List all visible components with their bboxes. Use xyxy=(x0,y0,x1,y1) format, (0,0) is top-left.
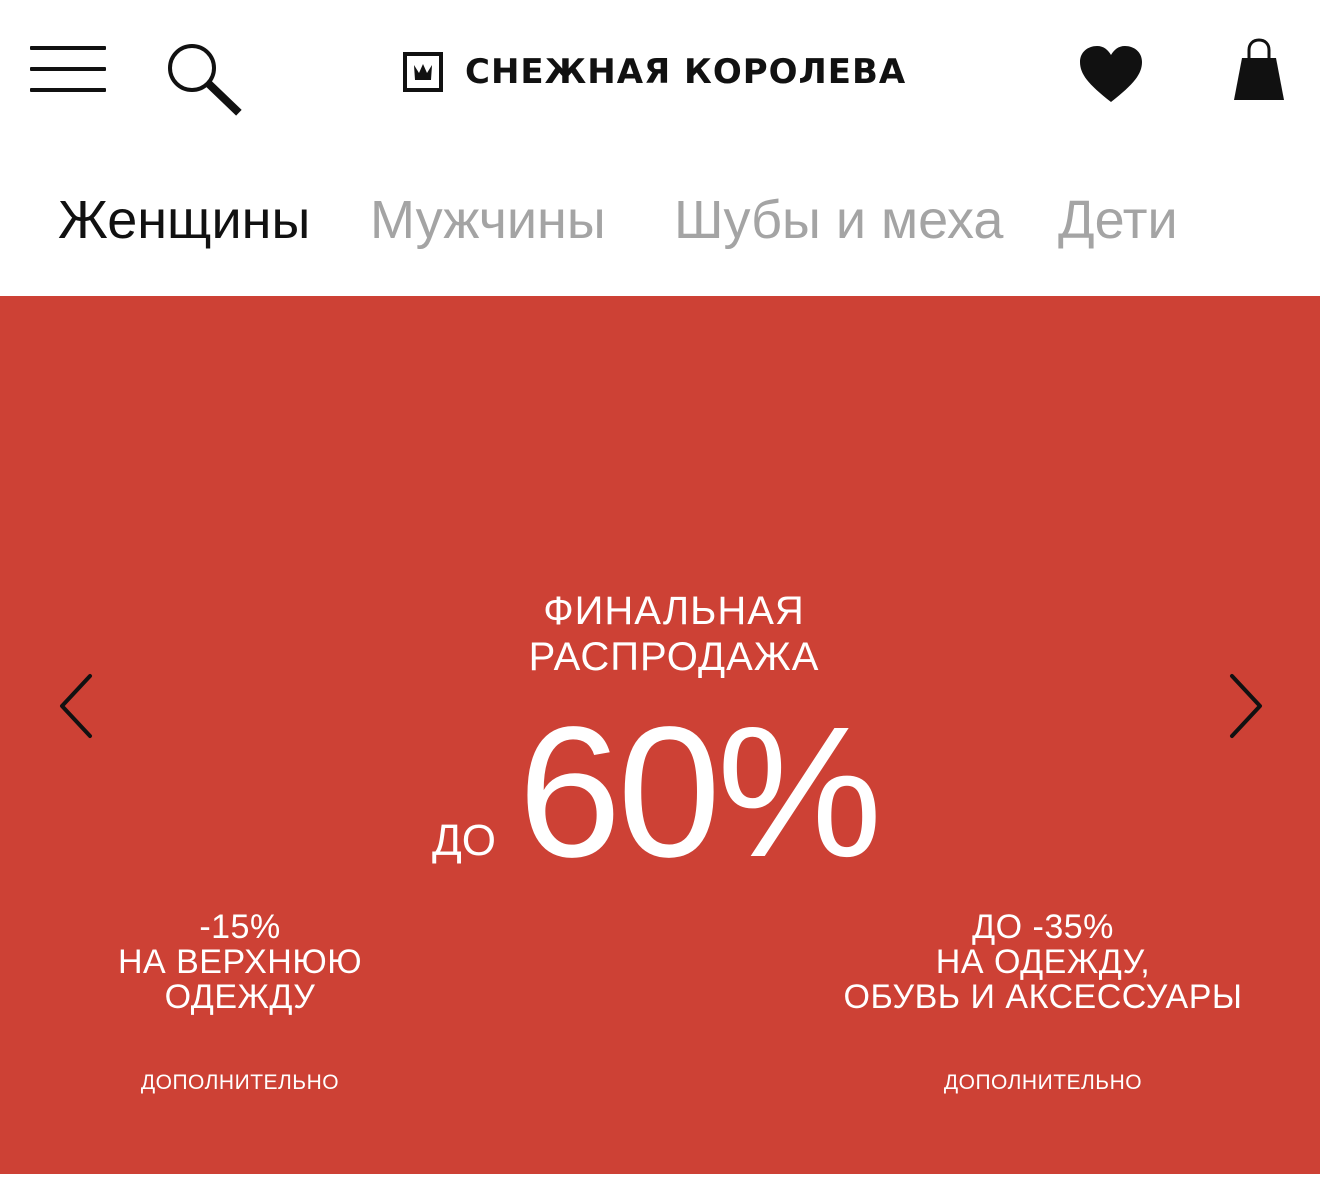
promo-title: -15% НА ВЕРХНЮЮ ОДЕЖДУ xyxy=(90,910,390,1015)
tab-furs[interactable]: Шубы и меха xyxy=(674,180,1003,260)
promo-note: ДОПОЛНИТЕЛЬНО xyxy=(943,1071,1143,1094)
promo-title-line: ОБУВЬ И АКСЕССУАРЫ xyxy=(843,978,1243,1016)
promo-title-line: ДО -35% xyxy=(972,908,1114,946)
promo-note: ДОПОЛНИТЕЛЬНО xyxy=(140,1071,340,1094)
brand-name: СНЕЖНАЯ КОРОЛЕВА xyxy=(465,52,907,92)
chevron-right-icon[interactable] xyxy=(1214,666,1274,746)
tab-kids[interactable]: Дети xyxy=(1058,180,1178,260)
menu-icon-line xyxy=(30,46,106,50)
promo-title-line: НА ВЕРХНЮЮ xyxy=(117,943,363,981)
chevron-left-icon[interactable] xyxy=(48,666,108,746)
banner-headline: ФИНАЛЬНАЯ РАСПРОДАЖА xyxy=(0,588,1320,680)
promo-title-line: НА ОДЕЖДУ, xyxy=(935,943,1151,981)
promo-title-line: -15% xyxy=(199,908,281,946)
category-tabs: Женщины Мужчины Шубы и меха Дети xyxy=(0,180,1320,270)
search-icon[interactable] xyxy=(164,40,244,120)
shopping-bag-icon[interactable] xyxy=(1232,38,1286,102)
promo-outerwear: -15% НА ВЕРХНЮЮ ОДЕЖДУ ДОПОЛНИТЕЛЬНО xyxy=(90,910,390,1095)
brand-logo[interactable]: СНЕЖНАЯ КОРОЛЕВА xyxy=(403,52,906,92)
menu-icon[interactable] xyxy=(30,44,106,94)
promo-banner[interactable]: ФИНАЛЬНАЯ РАСПРОДАЖА ДО 60% -15% НА ВЕРХ… xyxy=(0,296,1320,1174)
promo-title-line: ОДЕЖДУ xyxy=(164,978,316,1016)
tab-men[interactable]: Мужчины xyxy=(370,180,606,260)
heart-icon[interactable] xyxy=(1078,44,1144,104)
promo-clothing: ДО -35% НА ОДЕЖДУ, ОБУВЬ И АКСЕССУАРЫ ДО… xyxy=(830,910,1256,1095)
crown-icon xyxy=(403,52,443,92)
site-header: СНЕЖНАЯ КОРОЛЕВА xyxy=(0,0,1320,150)
banner-headline-line: ФИНАЛЬНАЯ xyxy=(543,589,805,633)
tab-women[interactable]: Женщины xyxy=(58,180,310,260)
promo-title: ДО -35% НА ОДЕЖДУ, ОБУВЬ И АКСЕССУАРЫ xyxy=(830,910,1256,1015)
menu-icon-line xyxy=(30,67,106,71)
discount-value: 60% xyxy=(518,689,882,896)
discount-prefix: ДО xyxy=(432,816,497,865)
banner-headline-line: РАСПРОДАЖА xyxy=(528,635,820,679)
menu-icon-line xyxy=(30,88,106,92)
